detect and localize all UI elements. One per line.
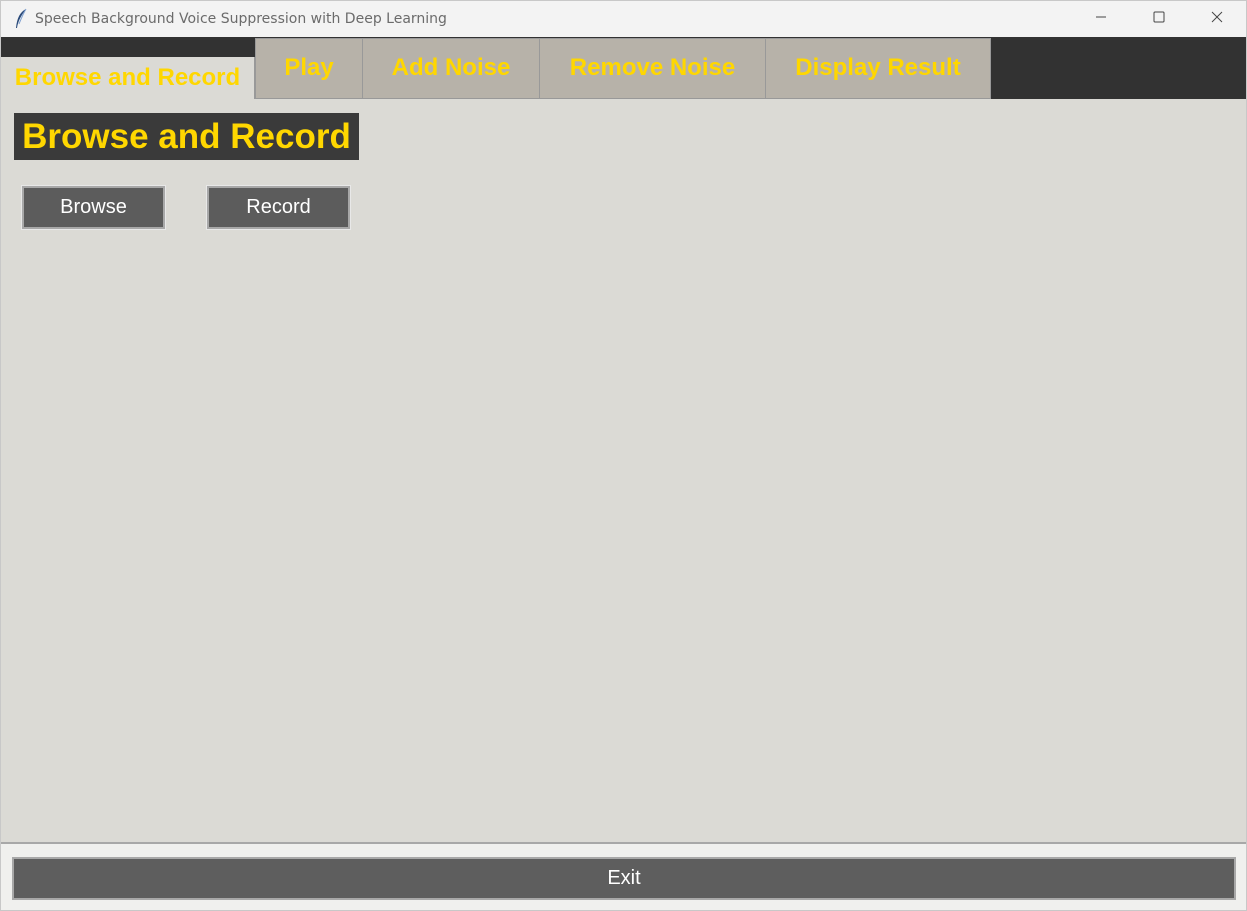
minimize-icon <box>1095 10 1107 28</box>
feather-icon <box>9 7 33 31</box>
title-bar[interactable]: Speech Background Voice Suppression with… <box>1 1 1246 37</box>
window-title: Speech Background Voice Suppression with… <box>35 11 447 27</box>
browse-button[interactable]: Browse <box>21 185 166 230</box>
tab-play[interactable]: Play <box>255 38 363 99</box>
minimize-button[interactable] <box>1072 1 1130 37</box>
tab-bar: Browse and Record Play Add Noise Remove … <box>1 37 1246 99</box>
record-button[interactable]: Record <box>206 185 351 230</box>
tab-add-noise[interactable]: Add Noise <box>362 38 540 99</box>
close-button[interactable] <box>1188 1 1246 37</box>
tab-browse-and-record[interactable]: Browse and Record <box>1 57 255 99</box>
maximize-icon <box>1153 10 1165 28</box>
page-title: Browse and Record <box>14 113 359 160</box>
window-controls <box>1072 1 1246 37</box>
tab-remove-noise[interactable]: Remove Noise <box>539 38 766 99</box>
tab-display-result[interactable]: Display Result <box>765 38 991 99</box>
exit-button[interactable]: Exit <box>12 857 1236 900</box>
close-icon <box>1211 10 1223 28</box>
app-window: Speech Background Voice Suppression with… <box>0 0 1247 911</box>
maximize-button[interactable] <box>1130 1 1188 37</box>
